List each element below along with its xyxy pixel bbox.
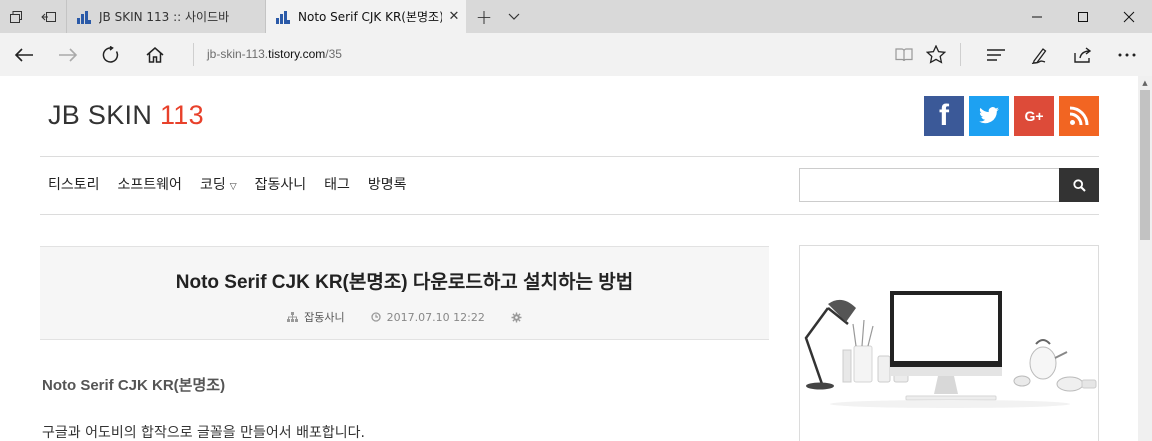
divider: [40, 156, 1099, 157]
refresh-icon[interactable]: [89, 33, 133, 76]
post-subheading: Noto Serif CJK KR(본명조): [42, 377, 226, 394]
post-meta: 잡동사니 2017.07.10 12:22: [40, 309, 769, 325]
tistory-favicon-icon: [276, 10, 290, 24]
menu-item-guestbook[interactable]: 방명록: [368, 174, 407, 194]
sidebar-image-widget[interactable]: [799, 245, 1099, 441]
star-favorite-icon[interactable]: [916, 33, 956, 76]
menu-item-software[interactable]: 소프트웨어: [118, 174, 182, 194]
tistory-favicon-icon: [77, 10, 91, 24]
logo-number: 113: [159, 100, 204, 130]
minimize-icon[interactable]: [1014, 0, 1060, 33]
rss-icon[interactable]: [1059, 96, 1099, 136]
tab-title: Noto Serif CJK KR(본명조) 다운로드하고 설치하는 방법 ::…: [298, 10, 442, 24]
post-body-text: 구글과 어도비의 합작으로 글꼴을 만들어서 배포합니다.: [42, 425, 365, 441]
desk-workspace-image: [804, 291, 1097, 408]
menu-item-coding[interactable]: 코딩 ▽: [200, 174, 237, 194]
post-title: Noto Serif CJK KR(본명조) 다운로드하고 설치하는 방법: [175, 272, 634, 293]
set-aside-tabs-icon[interactable]: [33, 0, 65, 33]
close-window-icon[interactable]: [1106, 0, 1152, 33]
tab-active-post[interactable]: Noto Serif CJK KR(본명조) 다운로드하고 설치하는 방법 ::…: [266, 0, 466, 33]
maximize-icon[interactable]: [1060, 0, 1106, 33]
url-path: jb-skin-113.: [207, 47, 269, 61]
main-menu: 티스토리 소프트웨어 코딩 ▽ 잡동사니 태그 방명록: [48, 174, 407, 194]
address-bar: jb-skin-113.tistory.com/35: [0, 33, 1152, 76]
divider: [960, 43, 961, 66]
divider: [193, 43, 194, 66]
url-host: tistory.com: [268, 47, 326, 61]
tab-list-icon[interactable]: [0, 0, 32, 33]
more-options-icon[interactable]: [1107, 33, 1147, 76]
post-date: 2017.07.10 12:22: [386, 310, 485, 324]
back-arrow-icon[interactable]: [2, 33, 46, 76]
chevron-down-icon: ▽: [229, 182, 237, 192]
category-sitemap-icon: [287, 312, 299, 322]
menu-item-tistory[interactable]: 티스토리: [48, 174, 100, 194]
gear-icon[interactable]: [511, 312, 522, 323]
menu-item-label: 코딩: [199, 177, 226, 193]
web-note-pen-icon[interactable]: [1020, 33, 1060, 76]
page-scrollbar[interactable]: ▲: [1138, 76, 1152, 441]
scroll-up-arrow-icon[interactable]: ▲: [1138, 76, 1152, 90]
page-viewport: JB SKIN 113 f G+ 티스토리 소프트웨어 코딩 ▽ 잡동사니 태그 …: [0, 76, 1138, 441]
home-icon[interactable]: [133, 33, 177, 76]
tab-sidebar[interactable]: JB SKIN 113 :: 사이드바: [66, 0, 266, 33]
search-icon: [1072, 178, 1086, 192]
menu-item-tags[interactable]: 태그: [324, 174, 350, 194]
search-input[interactable]: [799, 168, 1059, 202]
post-category[interactable]: 잡동사니: [304, 309, 344, 325]
share-icon[interactable]: [1063, 33, 1103, 76]
google-plus-icon[interactable]: G+: [1014, 96, 1054, 136]
clock-icon: [370, 312, 381, 322]
new-tab-icon[interactable]: +: [470, 0, 498, 33]
twitter-icon[interactable]: [969, 96, 1009, 136]
menu-item-misc[interactable]: 잡동사니: [255, 174, 307, 194]
url-field[interactable]: jb-skin-113.tistory.com/35: [207, 33, 342, 76]
post-header: Noto Serif CJK KR(본명조) 다운로드하고 설치하는 방법 잡동…: [40, 246, 769, 340]
forward-arrow-icon[interactable]: [46, 33, 90, 76]
site-logo[interactable]: JB SKIN 113: [48, 100, 204, 131]
divider: [40, 214, 1099, 215]
facebook-icon[interactable]: f: [924, 96, 964, 136]
chevron-down-icon[interactable]: [500, 0, 528, 33]
hub-menu-icon[interactable]: [976, 33, 1016, 76]
tab-title: JB SKIN 113 :: 사이드바: [99, 10, 230, 24]
url-rest: /35: [325, 47, 342, 61]
search-button[interactable]: [1059, 168, 1099, 202]
close-tab-icon[interactable]: ✕: [442, 9, 466, 24]
scrollbar-thumb[interactable]: [1140, 90, 1150, 240]
logo-text: JB SKIN: [48, 100, 160, 130]
tab-bar: JB SKIN 113 :: 사이드바 Noto Serif CJK KR(본명…: [0, 0, 1152, 33]
